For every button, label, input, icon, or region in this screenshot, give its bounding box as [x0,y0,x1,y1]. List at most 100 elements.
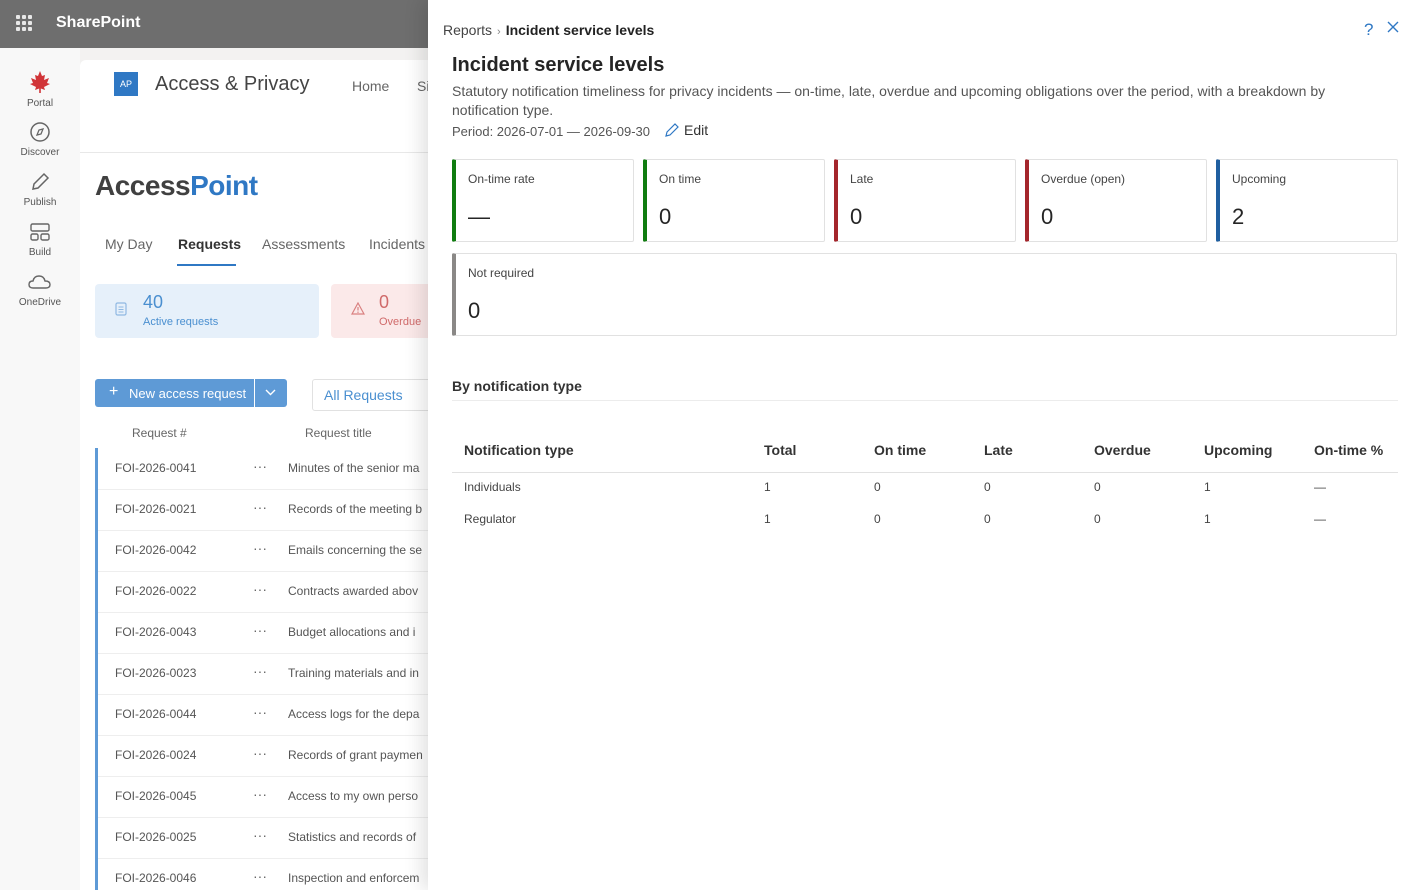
table-row[interactable]: FOI-2026-0041 ··· Minutes of the senior ma [95,448,440,490]
table-row[interactable]: FOI-2026-0022 ··· Contracts awarded abov [95,571,440,613]
request-number[interactable]: FOI-2026-0023 [115,666,196,680]
breadcrumb-current: Incident service levels [505,22,655,38]
rail-item-onedrive[interactable]: OneDrive [0,271,80,308]
request-number[interactable]: FOI-2026-0042 [115,543,196,557]
table-row[interactable]: FOI-2026-0042 ··· Emails concerning the se [95,530,440,572]
request-number[interactable]: FOI-2026-0045 [115,789,196,803]
request-title[interactable]: Inspection and enforcem [288,871,419,885]
table-row[interactable]: FOI-2026-0043 ··· Budget allocations and i [95,612,440,654]
table-row[interactable]: FOI-2026-0025 ··· Statistics and records o… [95,817,440,859]
row-accent [95,735,98,776]
tab-my-day[interactable]: My Day [105,236,152,252]
request-title[interactable]: Records of the meeting b [288,502,422,516]
request-number[interactable]: FOI-2026-0041 [115,461,196,475]
request-title[interactable]: Minutes of the senior ma [288,461,419,475]
request-number[interactable]: FOI-2026-0024 [115,748,196,762]
site-logo[interactable]: AP [114,72,138,96]
table-cell: 1 [764,512,771,526]
request-number[interactable]: FOI-2026-0043 [115,625,196,639]
kpi-label: Overdue (open) [1041,172,1126,186]
row-label: Individuals [464,480,521,494]
column-header[interactable]: Overdue [1094,442,1151,458]
column-header[interactable]: Total [764,442,796,458]
stat-overdue[interactable]: 0 Overdue [331,284,440,338]
table-row[interactable]: FOI-2026-0046 ··· Inspection and enforcem [95,858,440,890]
more-options-icon[interactable]: ··· [253,499,267,515]
site-title[interactable]: Access & Privacy [155,73,309,96]
table-row[interactable]: FOI-2026-0021 ··· Records of the meeting b [95,489,440,531]
site-nav-home[interactable]: Home [352,78,389,94]
app-launcher-icon[interactable] [16,15,32,31]
column-header-request-number[interactable]: Request # [132,426,187,440]
more-options-icon[interactable]: ··· [253,458,267,474]
table-header-rule [452,472,1398,473]
close-icon[interactable] [1386,20,1400,34]
column-header[interactable]: On-time % [1314,442,1383,458]
divider [452,400,1398,401]
table-row[interactable]: FOI-2026-0045 ··· Access to my own perso [95,776,440,818]
table-row[interactable]: FOI-2026-0023 ··· Training materials and i… [95,653,440,695]
request-number[interactable]: FOI-2026-0021 [115,502,196,516]
new-access-request-button[interactable]: + New access request [95,379,254,407]
table-cell: 0 [874,480,881,494]
column-header[interactable]: Notification type [464,442,574,458]
row-accent [95,653,98,694]
request-title[interactable]: Access logs for the depa [288,707,419,721]
app-name[interactable]: SharePoint [56,14,140,32]
row-accent [95,448,98,489]
tab-assessments[interactable]: Assessments [262,236,345,252]
request-number[interactable]: FOI-2026-0025 [115,830,196,844]
rail-item-publish[interactable]: Publish [0,171,80,208]
kpi-value: — [468,204,490,229]
breadcrumb-reports[interactable]: Reports [443,22,492,38]
table-row[interactable]: FOI-2026-0044 ··· Access logs for the depa [95,694,440,736]
request-number[interactable]: FOI-2026-0046 [115,871,196,885]
table-cell: 1 [764,480,771,494]
table-cell: 0 [1094,480,1101,494]
more-options-icon[interactable]: ··· [253,868,267,884]
table-cell: — [1314,480,1326,494]
rail-item-build[interactable]: Build [0,221,80,258]
request-title[interactable]: Contracts awarded abov [288,584,418,598]
rail-item-portal[interactable]: Portal [0,70,80,109]
table-cell: 0 [984,480,991,494]
column-header-request-title[interactable]: Request title [305,426,372,440]
maple-leaf-icon [30,71,50,93]
tab-requests[interactable]: Requests [178,236,241,252]
table-row[interactable]: FOI-2026-0024 ··· Records of grant paymen [95,735,440,777]
request-title[interactable]: Budget allocations and i [288,625,415,639]
edit-period-button[interactable]: Edit [664,122,708,138]
stat-active-requests[interactable]: 40 Active requests [95,284,319,338]
more-options-icon[interactable]: ··· [253,786,267,802]
more-options-icon[interactable]: ··· [253,745,267,761]
rail-item-discover[interactable]: Discover [0,121,80,158]
tab-incidents[interactable]: Incidents [369,236,425,252]
request-number[interactable]: FOI-2026-0022 [115,584,196,598]
more-options-icon[interactable]: ··· [253,622,267,638]
rail-label: Build [28,247,52,258]
request-title[interactable]: Access to my own perso [288,789,418,803]
request-title[interactable]: Statistics and records of [288,830,416,844]
more-options-icon[interactable]: ··· [253,540,267,556]
more-options-icon[interactable]: ··· [253,827,267,843]
new-request-dropdown-button[interactable] [255,379,287,407]
more-options-icon[interactable]: ··· [253,704,267,720]
breadcrumb: Reports › Incident service levels [443,22,654,38]
column-header[interactable]: Upcoming [1204,442,1272,458]
compass-icon [30,122,50,142]
column-header[interactable]: Late [984,442,1013,458]
request-title[interactable]: Training materials and in [288,666,419,680]
view-selector[interactable]: All Requests [312,379,434,411]
request-title[interactable]: Records of grant paymen [288,748,423,762]
request-title[interactable]: Emails concerning the se [288,543,422,557]
more-options-icon[interactable]: ··· [253,663,267,679]
request-number[interactable]: FOI-2026-0044 [115,707,196,721]
kpi-card: Upcoming 2 [1216,159,1398,242]
more-options-icon[interactable]: ··· [253,581,267,597]
help-button[interactable]: ? [1364,20,1373,40]
stat-value: 0 [379,292,390,312]
active-tab-indicator [177,264,236,266]
row-label: Regulator [464,512,517,526]
accesspoint-logo: AccessPoint [95,170,258,202]
column-header[interactable]: On time [874,442,926,458]
